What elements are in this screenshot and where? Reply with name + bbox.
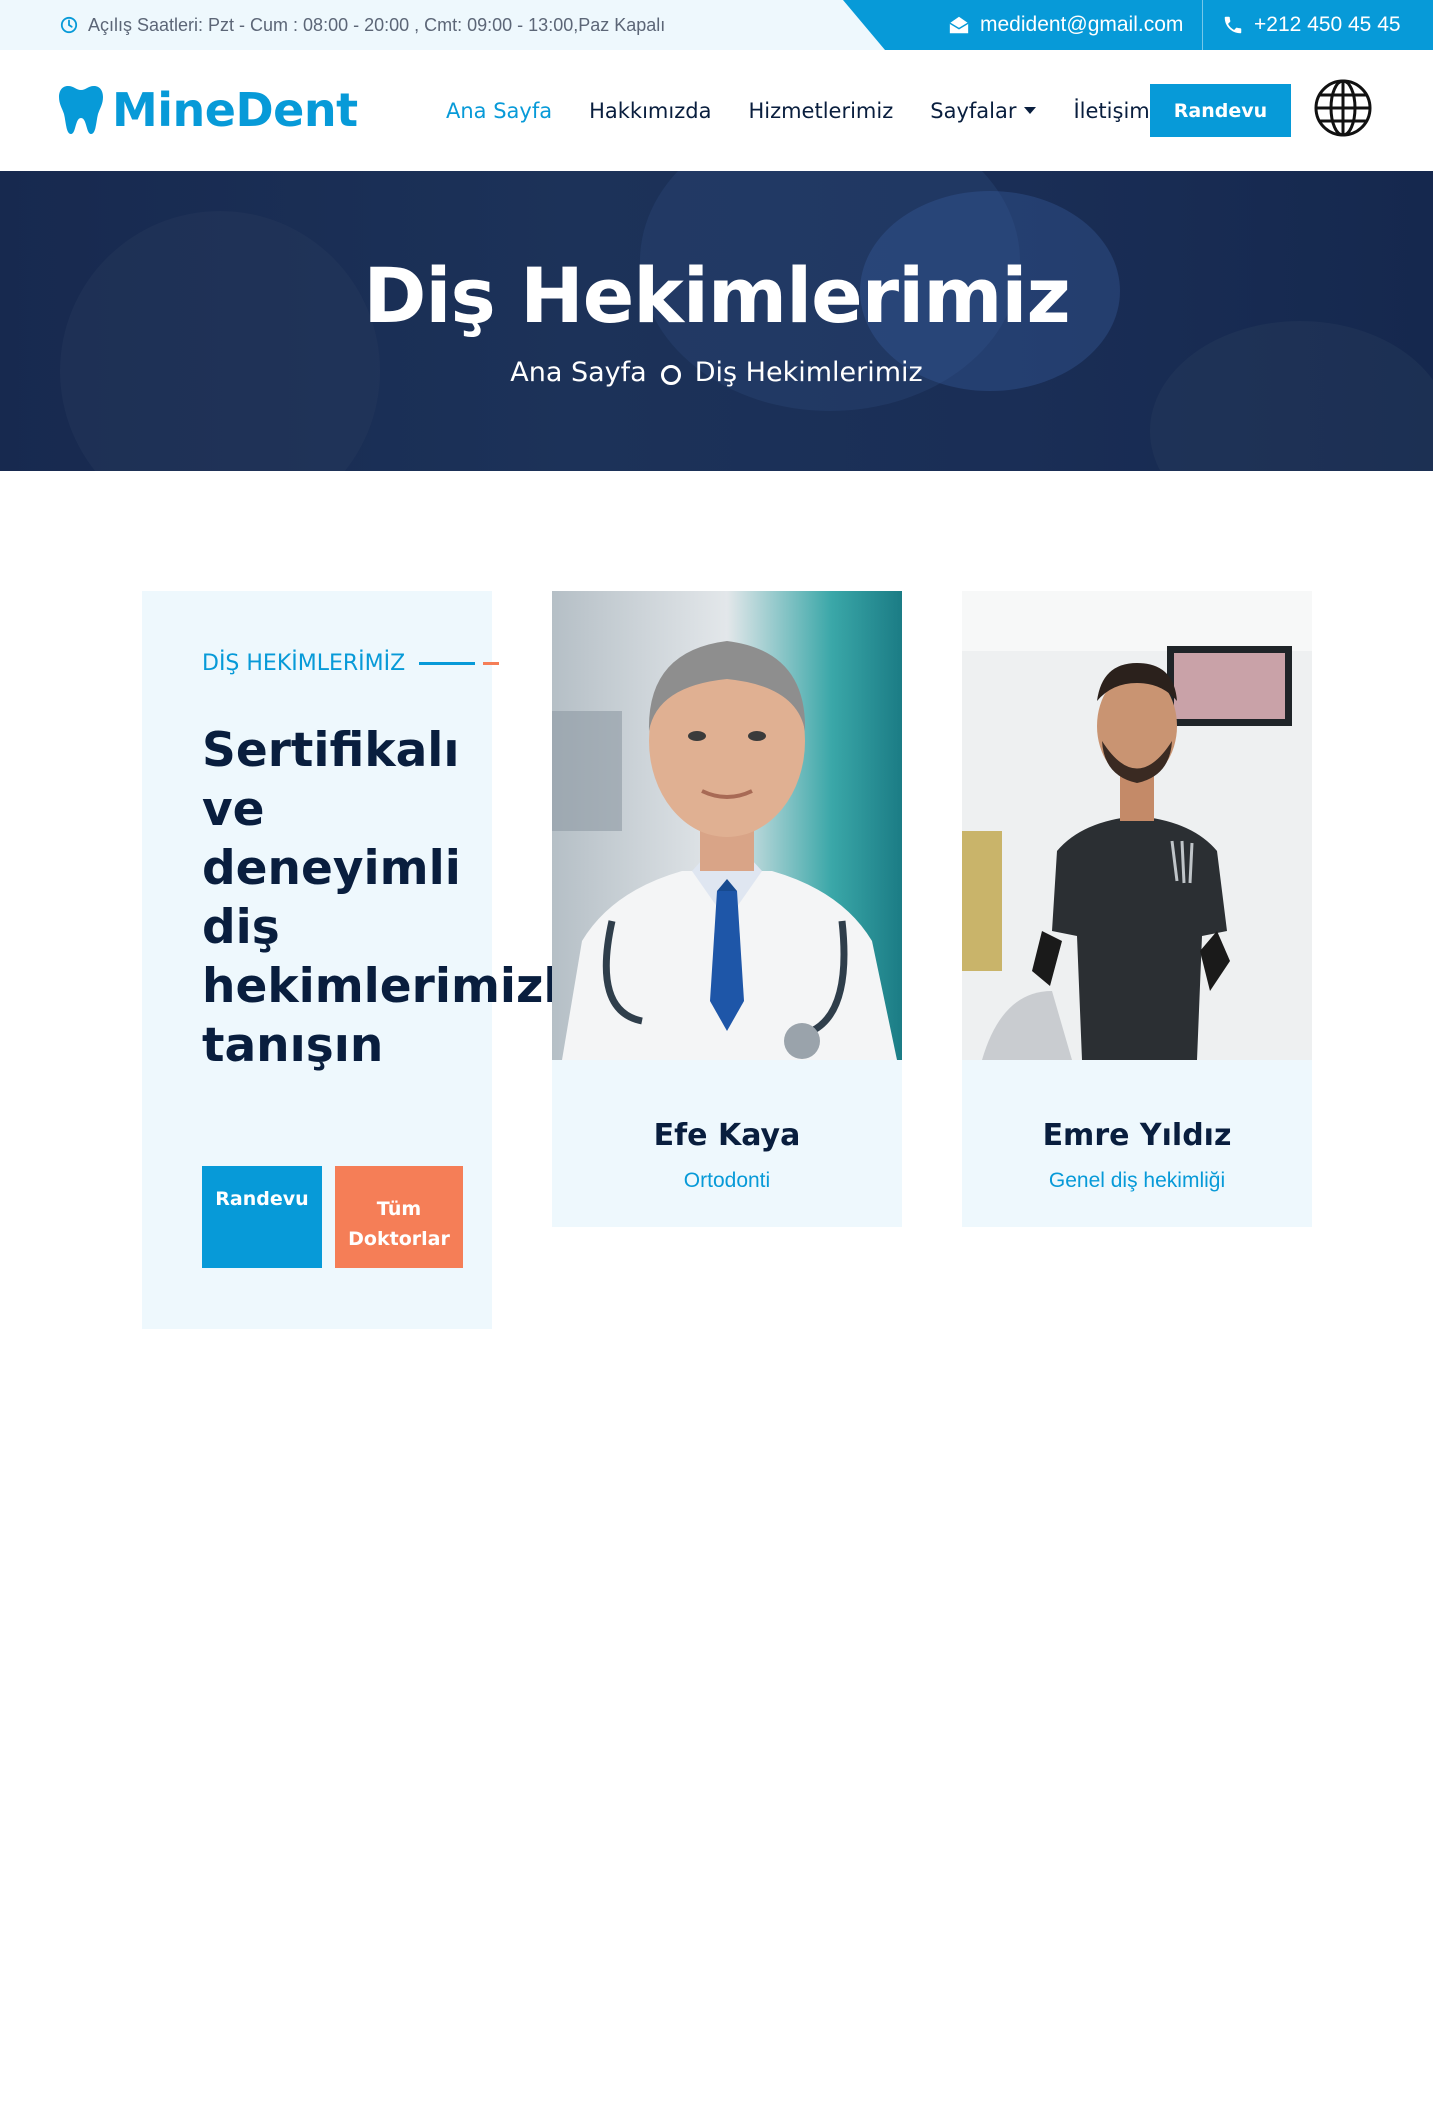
tooth-icon: [59, 86, 103, 134]
phone-icon: [1224, 16, 1242, 34]
breadcrumb: Ana Sayfa Diş Hekimlerimiz: [0, 357, 1433, 388]
doctor-portrait-image: [552, 591, 902, 1060]
caret-down-icon: [1024, 107, 1037, 114]
appointment-button[interactable]: Randevu: [1150, 84, 1291, 137]
page-title: Diş Hekimlerimiz: [363, 251, 1070, 340]
nav-item-services[interactable]: Hizmetlerimiz: [748, 99, 893, 123]
tag-divider-blue: [419, 662, 476, 665]
envelope-open-icon: [949, 16, 969, 34]
email-text: medident@gmail.com: [980, 13, 1184, 36]
clock-icon: [60, 16, 78, 34]
section-tag: DİŞ HEKİMLERİMİZ: [202, 651, 500, 676]
doctor-card[interactable]: Efe Kaya Ortodonti: [552, 591, 902, 1227]
doctor-name: Emre Yıldız: [1042, 1118, 1232, 1153]
page-header-banner: Diş Hekimlerimiz Ana Sayfa Diş Hekimleri…: [0, 171, 1433, 471]
nav-item-contact[interactable]: İletişim: [1073, 99, 1149, 123]
background-shape: [1150, 321, 1433, 471]
phone-link[interactable]: +212 450 45 45: [1222, 0, 1401, 50]
contact-divider: [1202, 0, 1203, 50]
doctor-card[interactable]: Emre Yıldız Genel diş hekimliği: [962, 591, 1312, 1227]
doctor-photo: [962, 591, 1312, 1060]
circle-separator-icon: [660, 364, 681, 385]
top-info-bar: Açılış Saatleri: Pzt - Cum : 08:00 - 20:…: [0, 0, 1433, 50]
all-doctors-button[interactable]: Tüm Doktorlar: [335, 1166, 463, 1268]
doctor-name: Efe Kaya: [653, 1118, 801, 1153]
nav-item-about[interactable]: Hakkımızda: [589, 99, 711, 123]
section-title: Sertifikalı ve deneyimli diş hekimlerimi…: [202, 723, 592, 1073]
nav-item-pages-dropdown[interactable]: Sayfalar: [930, 99, 1037, 123]
doctor-portrait-image: [962, 591, 1312, 1060]
doctor-specialty: Ortodonti: [683, 1169, 771, 1192]
team-intro-card: DİŞ HEKİMLERİMİZ Sertifikalı ve deneyiml…: [142, 591, 591, 1329]
doctor-specialty: Genel diş hekimliği: [1048, 1169, 1226, 1192]
breadcrumb-home-link[interactable]: Ana Sayfa: [510, 357, 646, 388]
primary-nav: Ana Sayfa Hakkımızda Hizmetlerimiz Sayfa…: [446, 50, 1187, 171]
breadcrumb-current: Diş Hekimlerimiz: [694, 357, 923, 388]
appointment-button-secondary[interactable]: Randevu: [202, 1166, 322, 1268]
email-link[interactable]: medident@gmail.com: [948, 0, 1183, 50]
tag-divider-orange: [483, 662, 500, 665]
section-tag-text: DİŞ HEKİMLERİMİZ: [202, 651, 406, 676]
doctor-photo: [552, 591, 902, 1060]
globe-language-icon[interactable]: [1313, 78, 1373, 138]
background-shape: [60, 211, 380, 471]
opening-hours-text: Açılış Saatleri: Pzt - Cum : 08:00 - 20:…: [88, 14, 666, 35]
opening-hours: Açılış Saatleri: Pzt - Cum : 08:00 - 20:…: [60, 0, 665, 50]
brand-logo[interactable]: MineDent: [58, 83, 358, 137]
brand-name: MineDent: [112, 83, 358, 137]
main-navbar: MineDent Ana Sayfa Hakkımızda Hizmetleri…: [0, 50, 1433, 171]
nav-item-home[interactable]: Ana Sayfa: [446, 99, 552, 123]
phone-text: +212 450 45 45: [1254, 13, 1401, 36]
